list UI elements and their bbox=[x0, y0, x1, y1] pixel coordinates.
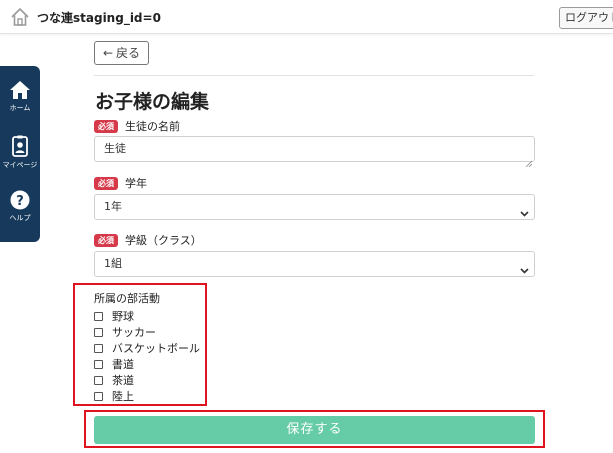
id-badge-icon bbox=[0, 135, 40, 157]
home-icon bbox=[0, 80, 40, 100]
save-button[interactable]: 保存する bbox=[94, 416, 535, 444]
chevron-down-icon bbox=[520, 260, 529, 274]
back-button[interactable]: ← 戻る bbox=[94, 41, 149, 65]
help-icon: ? bbox=[0, 190, 40, 210]
club-option-calligraphy[interactable]: 書道 bbox=[94, 357, 134, 371]
logout-button[interactable]: ログアウト bbox=[559, 7, 613, 29]
student-name-label: 必須 生徒の名前 bbox=[94, 118, 180, 134]
club-option-soccer[interactable]: サッカー bbox=[94, 325, 156, 339]
required-badge: 必須 bbox=[94, 233, 118, 247]
chevron-down-icon bbox=[520, 203, 529, 217]
club-option-label: サッカー bbox=[112, 326, 156, 339]
top-bar: つな連staging_id=0 ログアウト bbox=[0, 0, 613, 34]
required-badge: 必須 bbox=[94, 176, 118, 190]
club-option-baseball[interactable]: 野球 bbox=[94, 309, 134, 323]
club-option-label: バスケットボール bbox=[112, 342, 200, 355]
nav-item-mypage[interactable]: マイページ bbox=[0, 135, 40, 170]
nav-label-home: ホーム bbox=[9, 104, 31, 112]
checkbox[interactable] bbox=[94, 327, 103, 337]
checkbox[interactable] bbox=[94, 359, 103, 369]
side-nav: ホーム マイページ ? ヘルプ bbox=[0, 66, 40, 242]
back-label: 戻る bbox=[116, 46, 141, 60]
grade-select[interactable]: 1年 bbox=[94, 194, 535, 220]
app-title: つな連staging_id=0 bbox=[37, 11, 161, 25]
student-name-label-text: 生徒の名前 bbox=[125, 120, 180, 133]
required-badge: 必須 bbox=[94, 119, 118, 133]
class-select[interactable]: 1組 bbox=[94, 251, 535, 277]
page-title: お子様の編集 bbox=[95, 91, 210, 113]
class-value: 1組 bbox=[104, 257, 122, 270]
club-option-label: 陸上 bbox=[112, 390, 134, 403]
club-option-label: 茶道 bbox=[112, 374, 134, 387]
grade-value: 1年 bbox=[104, 200, 122, 213]
home-outline-icon[interactable] bbox=[9, 6, 31, 28]
class-label: 必須 学級（クラス） bbox=[94, 232, 202, 248]
checkbox[interactable] bbox=[94, 391, 103, 401]
arrow-left-icon: ← bbox=[102, 46, 114, 60]
resize-grip-icon[interactable] bbox=[525, 152, 533, 168]
club-label: 所属の部活動 bbox=[94, 292, 160, 305]
club-option-label: 書道 bbox=[112, 358, 134, 371]
grade-label-text: 学年 bbox=[125, 177, 147, 190]
checkbox[interactable] bbox=[94, 311, 103, 321]
nav-label-help: ヘルプ bbox=[9, 214, 31, 222]
nav-item-home[interactable]: ホーム bbox=[0, 80, 40, 113]
student-name-input[interactable]: 生徒 bbox=[94, 136, 535, 168]
nav-label-mypage: マイページ bbox=[2, 161, 38, 169]
club-option-label: 野球 bbox=[112, 310, 134, 323]
checkbox[interactable] bbox=[94, 375, 103, 385]
club-option-tea-ceremony[interactable]: 茶道 bbox=[94, 373, 134, 387]
svg-text:?: ? bbox=[16, 194, 24, 209]
student-name-value: 生徒 bbox=[104, 142, 126, 155]
checkbox[interactable] bbox=[94, 343, 103, 353]
class-label-text: 学級（クラス） bbox=[125, 234, 202, 247]
club-option-track[interactable]: 陸上 bbox=[94, 389, 134, 403]
grade-label: 必須 学年 bbox=[94, 175, 147, 191]
divider bbox=[94, 75, 534, 76]
club-option-basketball[interactable]: バスケットボール bbox=[94, 341, 200, 355]
nav-item-help[interactable]: ? ヘルプ bbox=[0, 190, 40, 223]
